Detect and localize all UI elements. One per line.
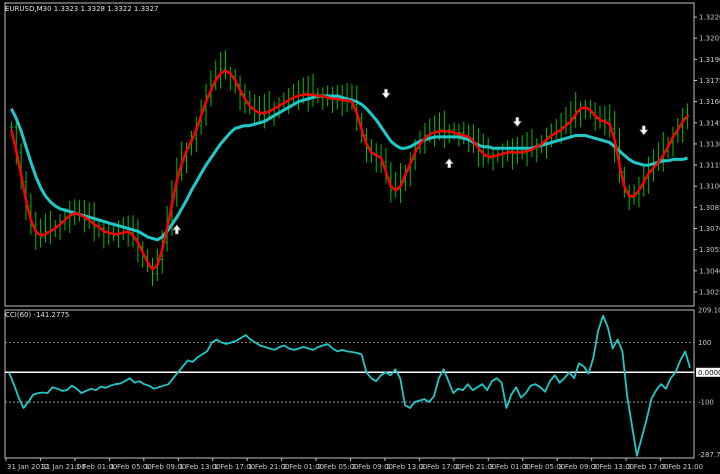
price-y-tick-label: 1.3055 <box>699 246 720 254</box>
price-y-tick-label: 1.3205 <box>699 35 720 43</box>
price-y-tick-label: 1.3070 <box>699 225 720 233</box>
cci-panel-title: CCI(60) -141.2775 <box>5 311 69 319</box>
price-y-tick-label: 1.3115 <box>699 162 720 170</box>
price-y-tick-label: 1.3145 <box>699 119 720 127</box>
price-y-tick-label: 1.3190 <box>699 56 720 64</box>
price-y-tick-label: 1.3025 <box>699 288 720 296</box>
chart-canvas: EURUSD,M30 1.3323 1.3328 1.3322 1.3327 C… <box>0 0 720 474</box>
cci-y-tick-label: 209.1010 <box>698 306 720 314</box>
price-y-tick-label: 1.3085 <box>699 204 720 212</box>
cci-y-tick-label: 100 <box>698 339 711 347</box>
price-y-tick-label: 1.3220 <box>699 14 720 22</box>
cci-y-tick-label: -100 <box>698 399 714 407</box>
chart-background <box>0 0 720 474</box>
price-y-tick-label: 1.3160 <box>699 98 720 106</box>
price-y-tick-label: 1.3100 <box>699 183 720 191</box>
price-y-tick-label: 1.3175 <box>699 77 720 85</box>
cci-y-tick-label: 0.0000 <box>698 369 720 377</box>
price-panel-title: EURUSD,M30 1.3323 1.3328 1.3322 1.3327 <box>5 5 158 13</box>
price-y-tick-label: 1.3040 <box>699 267 720 275</box>
price-y-tick-label: 1.3130 <box>699 140 720 148</box>
x-tick-label: 3 Feb 21:00 <box>662 463 703 471</box>
cci-y-tick-label: -287.7100 <box>698 451 720 459</box>
